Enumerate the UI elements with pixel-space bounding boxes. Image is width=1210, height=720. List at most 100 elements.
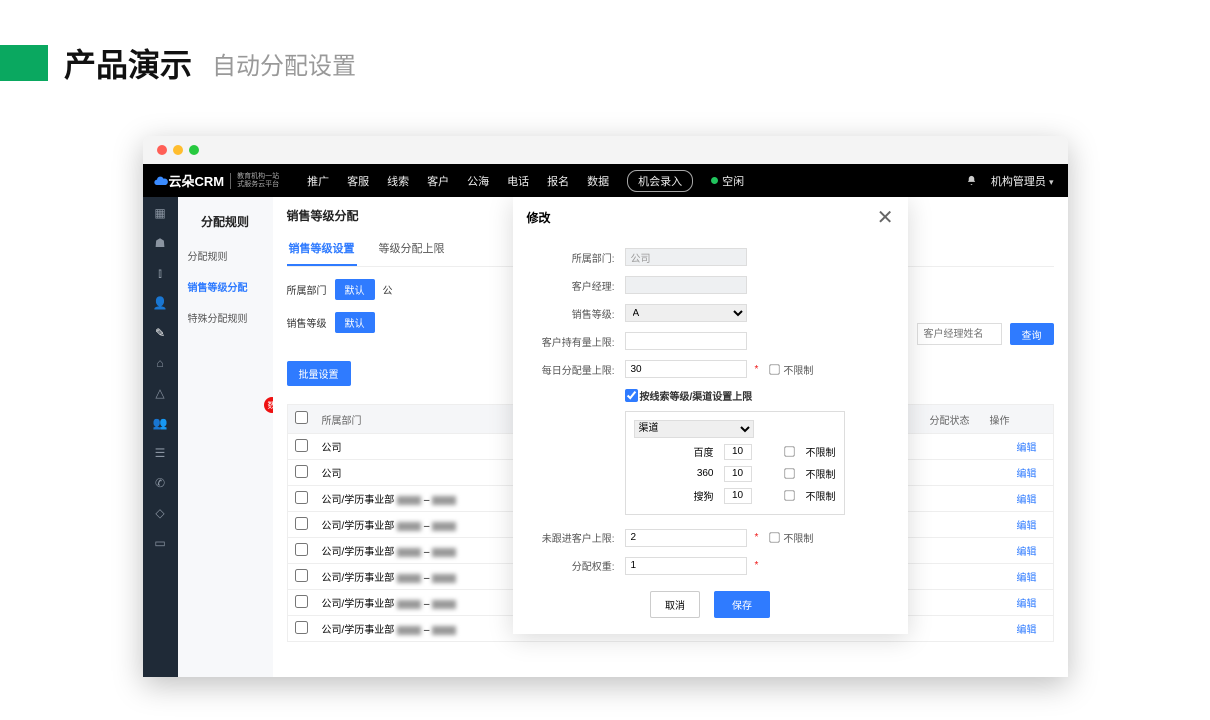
row-checkbox[interactable] bbox=[295, 595, 308, 608]
checkbox-unfollow-unlimited[interactable] bbox=[770, 532, 780, 542]
filter-level-default[interactable]: 默认 bbox=[335, 312, 375, 333]
sidebar-item-sales-level[interactable]: 销售等级分配 bbox=[178, 271, 273, 302]
nav-service[interactable]: 客服 bbox=[347, 173, 369, 189]
nav-phone[interactable]: 电话 bbox=[507, 173, 529, 189]
edit-icon[interactable]: ✎ bbox=[152, 325, 168, 341]
save-button[interactable]: 保存 bbox=[714, 591, 770, 618]
search-area: 查询 bbox=[917, 323, 1054, 345]
logo-text: 云朵CRM bbox=[169, 171, 225, 190]
nav-data[interactable]: 数据 bbox=[587, 173, 609, 189]
channel-unlimited-checkbox[interactable] bbox=[784, 490, 794, 500]
doc-icon[interactable]: ☰ bbox=[152, 445, 168, 461]
logo: 云朵CRM 教育机构一站式服务云平台 bbox=[143, 171, 290, 190]
label-unfollow-unlimited: 不限制 bbox=[783, 530, 813, 545]
cancel-button[interactable]: 取消 bbox=[650, 591, 700, 618]
search-input[interactable] bbox=[917, 323, 1002, 345]
edit-link[interactable]: 编辑 bbox=[1011, 595, 1053, 610]
label-level: 销售等级: bbox=[527, 306, 625, 321]
row-checkbox[interactable] bbox=[295, 439, 308, 452]
app-body: ▦ ☗ ⫾ 👤 ✎ ⌂ △ 👥 ☰ ✆ ◇ ▭ 分配规则 分配规则 销售等级分配… bbox=[143, 197, 1068, 677]
page-header: 产品演示 自动分配设置 bbox=[0, 0, 1210, 86]
user-icon[interactable]: 👤 bbox=[152, 295, 168, 311]
sidebar-title: 分配规则 bbox=[178, 207, 273, 240]
nav-customers[interactable]: 客户 bbox=[427, 173, 449, 189]
row-checkbox[interactable] bbox=[295, 621, 308, 634]
triangle-icon[interactable]: △ bbox=[152, 385, 168, 401]
chart-icon[interactable]: ⫾ bbox=[152, 265, 168, 281]
select-level[interactable]: A bbox=[625, 304, 747, 322]
topbar: 云朵CRM 教育机构一站式服务云平台 推广 客服 线索 客户 公海 电话 报名 … bbox=[143, 164, 1068, 197]
input-hold-limit[interactable] bbox=[625, 332, 747, 350]
browser-chrome bbox=[143, 136, 1068, 164]
edit-link[interactable]: 编辑 bbox=[1011, 543, 1053, 558]
shield-icon[interactable]: ☗ bbox=[152, 235, 168, 251]
nav-pool[interactable]: 公海 bbox=[467, 173, 489, 189]
bell-icon[interactable] bbox=[966, 175, 977, 186]
card-icon[interactable]: ▭ bbox=[152, 535, 168, 551]
th-status: 分配状态 bbox=[924, 412, 984, 427]
batch-settings-button[interactable]: 批量设置 bbox=[287, 361, 351, 386]
filter-dept-default[interactable]: 默认 bbox=[335, 279, 375, 300]
tag-icon[interactable]: ◇ bbox=[152, 505, 168, 521]
channel-limit-input[interactable] bbox=[724, 444, 752, 460]
window-min-dot[interactable] bbox=[173, 145, 183, 155]
edit-link[interactable]: 编辑 bbox=[1011, 517, 1053, 532]
users-icon[interactable]: 👥 bbox=[152, 415, 168, 431]
channel-limits-box: 渠道 百度不限制360不限制搜狗不限制 bbox=[625, 411, 845, 515]
channel-unlimited-label: 不限制 bbox=[806, 488, 836, 503]
channel-name: 搜狗 bbox=[664, 488, 714, 503]
search-button[interactable]: 查询 bbox=[1010, 323, 1054, 345]
edit-link[interactable]: 编辑 bbox=[1011, 621, 1053, 636]
edit-link[interactable]: 编辑 bbox=[1011, 465, 1053, 480]
channel-unlimited-checkbox[interactable] bbox=[784, 468, 794, 478]
filter-dept-value: 公 bbox=[383, 282, 393, 297]
edit-modal: 修改 ✕ 所属部门: 客户经理: 销售等级: A bbox=[513, 197, 908, 634]
checkbox-daily-unlimited[interactable] bbox=[770, 364, 780, 374]
checkbox-by-channel[interactable] bbox=[625, 389, 638, 402]
edit-link[interactable]: 编辑 bbox=[1011, 569, 1053, 584]
window-max-dot[interactable] bbox=[189, 145, 199, 155]
close-icon[interactable]: ✕ bbox=[877, 205, 894, 230]
sidebar-item-rules[interactable]: 分配规则 bbox=[178, 240, 273, 271]
channel-unlimited-label: 不限制 bbox=[806, 444, 836, 459]
edit-link[interactable]: 编辑 bbox=[1011, 491, 1053, 506]
label-dept: 所属部门: bbox=[527, 250, 625, 265]
tab-level-settings[interactable]: 销售等级设置 bbox=[287, 232, 357, 266]
row-checkbox[interactable] bbox=[295, 569, 308, 582]
status-dot-icon bbox=[711, 177, 718, 184]
input-weight[interactable] bbox=[625, 557, 747, 575]
user-menu[interactable]: 机构管理员 ▾ bbox=[991, 173, 1054, 189]
filter-dept-label: 所属部门 bbox=[287, 282, 327, 297]
row-checkbox[interactable] bbox=[295, 465, 308, 478]
required-star-3: * bbox=[755, 560, 759, 571]
select-channel-type[interactable]: 渠道 bbox=[634, 420, 754, 438]
channel-limit-input[interactable] bbox=[724, 466, 752, 482]
channel-name: 360 bbox=[664, 468, 714, 479]
modal-form: 所属部门: 客户经理: 销售等级: A 客户持有量上限: bbox=[513, 248, 908, 634]
window-close-dot[interactable] bbox=[157, 145, 167, 155]
home-icon[interactable]: ⌂ bbox=[152, 355, 168, 371]
label-daily-limit: 每日分配量上限: bbox=[527, 362, 625, 377]
row-checkbox[interactable] bbox=[295, 491, 308, 504]
phone-icon[interactable]: ✆ bbox=[152, 475, 168, 491]
nav-leads[interactable]: 线索 bbox=[387, 173, 409, 189]
channel-limit-input[interactable] bbox=[724, 488, 752, 504]
channel-unlimited-label: 不限制 bbox=[806, 466, 836, 481]
input-daily-limit[interactable] bbox=[625, 360, 747, 378]
input-unfollow[interactable] bbox=[625, 529, 747, 547]
edit-link[interactable]: 编辑 bbox=[1011, 439, 1053, 454]
label-weight: 分配权重: bbox=[527, 558, 625, 573]
sidebar-item-special[interactable]: 特殊分配规则 bbox=[178, 302, 273, 333]
select-all-checkbox[interactable] bbox=[295, 411, 308, 424]
tab-level-limit[interactable]: 等级分配上限 bbox=[377, 232, 447, 266]
nav-promo[interactable]: 推广 bbox=[307, 173, 329, 189]
row-checkbox[interactable] bbox=[295, 543, 308, 556]
topnav: 推广 客服 线索 客户 公海 电话 报名 数据 机会录入 bbox=[307, 170, 693, 192]
nav-opportunity-pill[interactable]: 机会录入 bbox=[627, 170, 693, 192]
browser-window: 云朵CRM 教育机构一站式服务云平台 推广 客服 线索 客户 公海 电话 报名 … bbox=[143, 136, 1068, 677]
dashboard-icon[interactable]: ▦ bbox=[152, 205, 168, 221]
topbar-right: 机构管理员 ▾ bbox=[966, 173, 1068, 189]
channel-unlimited-checkbox[interactable] bbox=[784, 446, 794, 456]
nav-signup[interactable]: 报名 bbox=[547, 173, 569, 189]
row-checkbox[interactable] bbox=[295, 517, 308, 530]
